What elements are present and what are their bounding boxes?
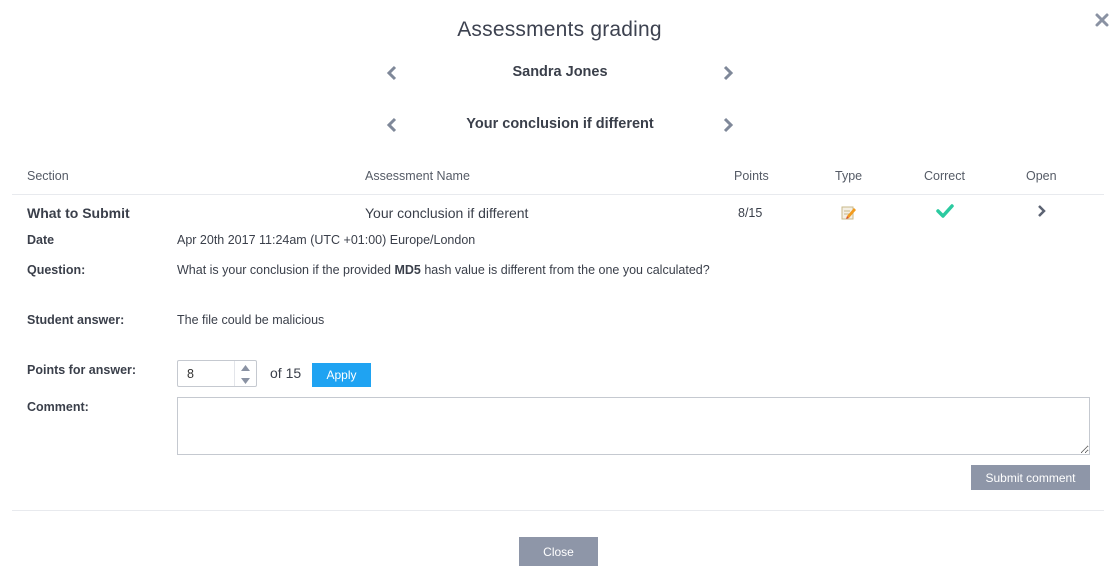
footer-divider <box>12 510 1104 511</box>
header-correct: Correct <box>924 169 965 183</box>
increment-arrow-up-icon[interactable] <box>235 361 256 373</box>
row-assessment-name: Your conclusion if different <box>365 205 529 221</box>
header-section: Section <box>27 169 69 183</box>
points-stepper[interactable] <box>177 360 257 387</box>
stepper-spin <box>234 361 256 386</box>
student-navigator: Sandra Jones <box>380 61 740 85</box>
assessment-name-title: Your conclusion if different <box>466 116 654 132</box>
assessment-navigator: Your conclusion if different <box>380 113 740 137</box>
header-assessment-name: Assessment Name <box>365 169 470 183</box>
open-chevron-right-icon[interactable] <box>1035 204 1049 218</box>
question-text: What is your conclusion if the provided … <box>177 263 710 277</box>
question-keyword: MD5 <box>394 263 421 277</box>
dialog-title: Assessments grading <box>457 18 662 41</box>
header-type: Type <box>835 169 863 183</box>
previous-assessment-chevron-left-icon[interactable] <box>382 115 402 135</box>
close-button[interactable]: Close <box>519 537 598 566</box>
header-divider <box>12 194 1104 195</box>
date-label: Date <box>27 233 55 247</box>
student-name: Sandra Jones <box>512 64 608 80</box>
submit-comment-button[interactable]: Submit comment <box>971 465 1090 490</box>
student-answer-label: Student answer: <box>27 313 125 327</box>
next-student-chevron-right-icon[interactable] <box>718 63 738 83</box>
points-input[interactable] <box>178 361 234 386</box>
apply-button[interactable]: Apply <box>312 363 371 387</box>
header-points: Points <box>734 169 769 183</box>
student-answer-value: The file could be malicious <box>177 313 325 327</box>
points-max-text: of 15 <box>270 365 302 381</box>
row-section: What to Submit <box>27 205 130 221</box>
points-for-answer-label: Points for answer: <box>27 363 137 377</box>
checkmark-icon <box>936 203 954 219</box>
question-label: Question: <box>27 263 86 277</box>
next-assessment-chevron-right-icon[interactable] <box>718 115 738 135</box>
edit-pencil-icon <box>840 204 857 221</box>
row-points: 8/15 <box>738 206 763 220</box>
header-open: Open <box>1026 169 1057 183</box>
comment-label: Comment: <box>27 400 89 414</box>
decrement-arrow-down-icon[interactable] <box>235 374 256 386</box>
comment-textarea[interactable] <box>177 397 1090 455</box>
previous-student-chevron-left-icon[interactable] <box>382 63 402 83</box>
date-value: Apr 20th 2017 11:24am (UTC +01:00) Europ… <box>177 233 476 247</box>
